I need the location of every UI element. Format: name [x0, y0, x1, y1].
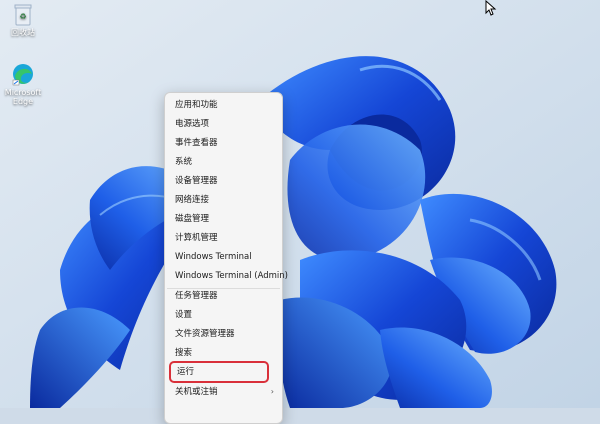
svg-text:♻: ♻: [19, 12, 26, 21]
winx-context-menu: 应用和功能 电源选项 事件查看器 系统 设备管理器 网络连接 磁盘管理 计算机管…: [164, 92, 288, 424]
chevron-right-icon: ›: [270, 387, 274, 396]
edge-icon: [12, 64, 33, 86]
mouse-cursor-icon: [485, 0, 497, 16]
menu-item-file-explorer[interactable]: 文件资源管理器: [169, 325, 278, 343]
menu-item-device-manager[interactable]: 设备管理器: [169, 172, 278, 190]
menu-item-system[interactable]: 系统: [169, 153, 278, 171]
menu-item-windows-terminal-admin[interactable]: Windows Terminal (Admin): [169, 267, 288, 285]
menu-item-computer-management[interactable]: 计算机管理: [169, 229, 278, 247]
menu-item-event-viewer[interactable]: 事件查看器: [169, 134, 278, 152]
menu-item-windows-terminal[interactable]: Windows Terminal: [169, 248, 278, 266]
menu-item-run[interactable]: 运行: [169, 361, 269, 383]
menu-item-power-options[interactable]: 电源选项: [169, 115, 278, 133]
desktop-icon-label: 回收站: [11, 28, 35, 37]
menu-item-search[interactable]: 搜索: [169, 344, 278, 362]
recycle-bin-icon: ♻: [14, 4, 32, 26]
desktop-icon-edge[interactable]: Microsoft Edge: [0, 62, 46, 106]
desktop-icon-recycle-bin[interactable]: ♻ 回收站: [0, 4, 46, 37]
menu-item-task-manager[interactable]: 任务管理器: [169, 287, 278, 305]
menu-item-shutdown-signout[interactable]: 关机或注销 ›: [169, 383, 278, 401]
menu-item-network-connections[interactable]: 网络连接: [169, 191, 278, 209]
wallpaper-bloom: [0, 0, 600, 408]
desktop: ♻ 回收站 Microsoft Edge 应用和功能 电源选项 事件查看器 系统…: [0, 0, 600, 424]
menu-item-settings[interactable]: 设置: [169, 306, 278, 324]
menu-item-apps-features[interactable]: 应用和功能: [169, 96, 278, 114]
menu-item-disk-management[interactable]: 磁盘管理: [169, 210, 278, 228]
desktop-icon-label: Microsoft Edge: [4, 88, 42, 106]
